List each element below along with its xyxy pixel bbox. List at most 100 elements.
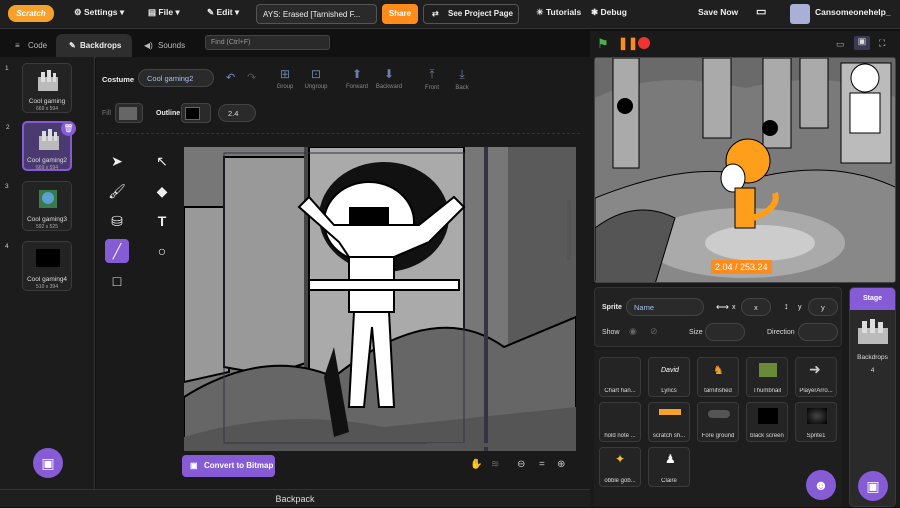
costume-item[interactable]: 1 Cool gaming 669 x 594 xyxy=(5,63,72,113)
costume-label: Costume xyxy=(102,75,135,84)
back-button[interactable]: ⤓ Back xyxy=(442,67,482,91)
eraser-tool-icon[interactable]: ◆ xyxy=(150,179,174,203)
delete-icon[interactable]: 🗑 xyxy=(61,121,76,136)
vertical-scrollbar[interactable] xyxy=(567,200,571,260)
circle-tool-icon[interactable]: ○ xyxy=(150,239,174,263)
debug-menu[interactable]: ✱ Debug xyxy=(591,7,627,18)
choose-backdrop-button[interactable]: ▣ xyxy=(33,448,63,478)
sprite-tile[interactable]: Fore ground xyxy=(697,402,739,442)
text-tool-icon[interactable]: T xyxy=(150,209,174,233)
edit-menu[interactable]: ✎ Edit ▾ xyxy=(207,7,239,18)
tab-sounds[interactable]: ◀) Sounds xyxy=(134,34,194,58)
costume-item[interactable]: 3 Cool gaming3 592 x 525 xyxy=(5,181,72,231)
convert-to-bitmap-button[interactable]: ▣ Convert to Bitmap xyxy=(182,455,275,477)
avatar[interactable] xyxy=(790,4,810,24)
username[interactable]: Cansomeonehelp_ xyxy=(815,7,891,17)
sprite-name: Thumbnail xyxy=(752,388,781,394)
backpack[interactable]: Backpack xyxy=(0,489,590,507)
image-icon: ▣ xyxy=(866,478,880,494)
see-project-label: See Project Page xyxy=(448,9,513,18)
stage-canvas[interactable]: 2.04 / 253.24 xyxy=(594,57,896,283)
bug-icon: ✱ xyxy=(591,7,599,17)
fill-tool-icon[interactable]: ⛁ xyxy=(105,209,129,233)
sprite-tile[interactable]: ✦ obble gob... xyxy=(599,447,641,487)
tab-code[interactable]: ≡ Code xyxy=(4,34,56,58)
tab-backdrops[interactable]: ✎ Backdrops xyxy=(56,34,132,58)
see-project-page-button[interactable]: ⇄ See Project Page xyxy=(423,4,519,24)
costume-item-selected[interactable]: 2 🗑 Cool gaming2 669 x 594 xyxy=(6,121,76,171)
brush-icon: ✎ xyxy=(69,41,76,50)
backward-button[interactable]: ⬇ Backward xyxy=(369,67,409,90)
x-input[interactable]: x xyxy=(741,298,771,316)
x-arrow-icon: ⟷ xyxy=(716,302,729,312)
sprite-tile[interactable]: scratch sh... xyxy=(648,402,690,442)
stop-icon[interactable] xyxy=(638,37,650,49)
undo-icon[interactable]: ↶ xyxy=(226,71,235,84)
ungroup-button[interactable]: ⊡ Ungroup xyxy=(296,67,336,90)
costume-item[interactable]: 4 Cool gaming4 510 x 394 xyxy=(5,241,72,291)
reshape-tool-icon[interactable]: ↖ xyxy=(150,149,174,173)
y-input[interactable]: y xyxy=(808,298,838,316)
save-now-button[interactable]: Save Now xyxy=(698,7,738,17)
normal-stage-icon[interactable]: ▣ xyxy=(854,36,870,50)
outline-swatch[interactable] xyxy=(181,103,211,123)
sprite-tile[interactable]: Thumbnail xyxy=(746,357,788,397)
sprite-thumbnail xyxy=(758,408,778,424)
line-tool-icon[interactable]: ╱ xyxy=(105,239,129,263)
green-flag-icon[interactable]: ⚑ xyxy=(597,36,609,52)
sprite-name: tarnifished xyxy=(704,388,732,394)
backdrops-count: 4 xyxy=(870,367,875,374)
select-tool-icon[interactable]: ➤ xyxy=(105,149,129,173)
sprite-tile[interactable]: ♞ tarnifished xyxy=(697,357,739,397)
file-icon: ▤ xyxy=(148,7,157,17)
zoom-out-icon[interactable]: ⊖ xyxy=(517,459,525,470)
hand-icon[interactable]: ✋ xyxy=(470,459,482,470)
fullscreen-icon[interactable]: ⛶ xyxy=(879,38,885,49)
small-stage-icon[interactable]: ▭ xyxy=(836,39,845,50)
outline-width-input[interactable]: 2.4 xyxy=(218,104,256,122)
choose-sprite-button[interactable]: ☻ xyxy=(806,470,836,500)
zoom-in-icon[interactable]: ⊕ xyxy=(557,459,565,470)
costume-thumbnail xyxy=(39,190,57,208)
sprite-tile[interactable]: ♟ Claire xyxy=(648,447,690,487)
costume-name-input[interactable]: Cool gaming2 xyxy=(138,69,214,87)
costume-number: 2 xyxy=(6,124,10,131)
sprite-tile[interactable]: Sprite1 xyxy=(795,402,837,442)
share-button[interactable]: Share xyxy=(382,4,418,24)
size-input[interactable] xyxy=(705,323,745,341)
outline-color xyxy=(185,107,200,120)
brush-tool-icon[interactable]: 🖌 xyxy=(105,179,129,203)
settings-label: Settings xyxy=(84,7,118,17)
redo-icon[interactable]: ↷ xyxy=(247,71,256,84)
drawing-canvas[interactable] xyxy=(184,147,576,451)
direction-input[interactable] xyxy=(798,323,838,341)
rectangle-tool-icon[interactable]: □ xyxy=(105,269,129,293)
x-label: x xyxy=(732,304,736,311)
sprite-tile[interactable]: hold note ... xyxy=(599,402,641,442)
folder-icon[interactable]: ▭ xyxy=(756,5,766,18)
choose-backdrop-stage-button[interactable]: ▣ xyxy=(858,471,888,501)
sprite-tile[interactable]: ➜ PlayerArro... xyxy=(795,357,837,397)
sprite-name: black screen xyxy=(750,433,784,439)
tutorials-menu[interactable]: ☀ Tutorials xyxy=(536,7,581,18)
project-title-input[interactable]: AYS: Erased [Tarnished F... xyxy=(256,4,377,24)
toolbar-divider xyxy=(96,133,580,134)
eye-icon[interactable]: ◉ xyxy=(629,326,637,337)
sprite-tile[interactable]: David Lyrics xyxy=(648,357,690,397)
sound-wave-icon[interactable]: ≋ xyxy=(491,459,499,470)
pause-icon[interactable]: ❚❚ xyxy=(618,36,638,50)
sprite-tile[interactable]: Chart han... xyxy=(599,357,641,397)
eye-hidden-icon[interactable]: ⊘ xyxy=(650,326,658,337)
stage-selector[interactable]: Stage Backdrops 4 ▣ xyxy=(849,287,896,507)
fill-swatch[interactable] xyxy=(115,103,143,123)
costume-thumbnail xyxy=(38,70,58,91)
sprite-name-input[interactable]: Name xyxy=(626,298,704,316)
settings-menu[interactable]: ⚙ Settings ▾ xyxy=(74,7,124,18)
scratch-logo[interactable]: Scratch xyxy=(8,5,54,22)
cat-icon: ☻ xyxy=(813,477,829,493)
zoom-reset-icon[interactable]: = xyxy=(539,459,545,470)
sprite-tile[interactable]: black screen xyxy=(746,402,788,442)
find-input[interactable]: Find (Ctrl+F) xyxy=(205,35,330,50)
file-menu[interactable]: ▤ File ▾ xyxy=(148,7,180,18)
sprite-name: Sprite1 xyxy=(806,433,826,439)
